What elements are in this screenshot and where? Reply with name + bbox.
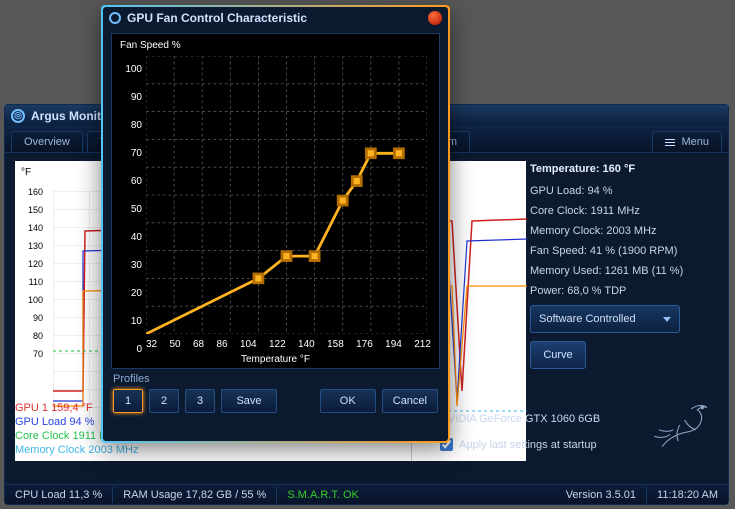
gpu-info-panel: Temperature: 160 °F GPU Load: 94 % Core … bbox=[530, 159, 720, 369]
status-cpu: CPU Load 11,3 % bbox=[5, 489, 112, 501]
tab-overview[interactable]: Overview bbox=[11, 131, 83, 152]
apply-at-startup-label: Apply last settings at startup bbox=[459, 439, 597, 451]
status-ram: RAM Usage 17,82 GB / 55 % bbox=[113, 489, 276, 501]
info-gpu-load: GPU Load: 94 % bbox=[530, 181, 720, 201]
menu-button[interactable]: Menu bbox=[652, 131, 722, 152]
close-icon[interactable] bbox=[428, 11, 442, 25]
profiles-section: Profiles 1 2 3 Save OK Cancel bbox=[103, 369, 448, 421]
fan-curve-svg bbox=[146, 56, 427, 334]
profile-2-button[interactable]: 2 bbox=[149, 389, 179, 413]
app-logo-icon: ◎ bbox=[11, 109, 25, 123]
y-tick-labels: 160 150 140 130 120 110 100 90 80 70 bbox=[21, 183, 43, 363]
fan-mode-select[interactable]: Software Controlled bbox=[530, 305, 680, 333]
hamburger-icon bbox=[665, 139, 675, 146]
status-time: 11:18:20 AM bbox=[647, 489, 728, 501]
fan-mode-value: Software Controlled bbox=[539, 309, 636, 329]
y-unit-label: °F bbox=[21, 167, 31, 178]
chart-y-ticks: 1009080706050403020100 bbox=[118, 56, 142, 364]
dialog-titlebar: GPU Fan Control Characteristic bbox=[103, 7, 448, 29]
status-version: Version 3.5.01 bbox=[556, 489, 646, 501]
apply-at-startup[interactable]: Apply last settings at startup bbox=[440, 438, 597, 451]
chart-y-title: Fan Speed % bbox=[120, 40, 181, 51]
gpu-model-label: NVIDIA GeForce GTX 1060 6GB bbox=[440, 413, 600, 425]
info-fan-speed: Fan Speed: 41 % (1900 RPM) bbox=[530, 241, 720, 261]
info-power: Power: 68,0 % TDP bbox=[530, 281, 720, 301]
info-memory-used: Memory Used: 1261 MB (11 %) bbox=[530, 261, 720, 281]
profiles-label: Profiles bbox=[113, 373, 438, 385]
profile-1-button[interactable]: 1 bbox=[113, 389, 143, 413]
info-temperature: Temperature: 160 °F bbox=[530, 159, 720, 179]
info-core-clock: Core Clock: 1911 MHz bbox=[530, 201, 720, 221]
profile-3-button[interactable]: 3 bbox=[185, 389, 215, 413]
curve-button[interactable]: Curve bbox=[530, 341, 586, 369]
ok-button[interactable]: OK bbox=[320, 389, 376, 413]
cancel-button[interactable]: Cancel bbox=[382, 389, 438, 413]
dialog-logo-icon bbox=[109, 12, 121, 24]
chart-x-title: Temperature °F bbox=[112, 354, 439, 365]
legend-mem: Memory Clock 2003 MHz bbox=[15, 443, 138, 457]
fan-curve-dialog: GPU Fan Control Characteristic Fan Speed… bbox=[101, 5, 450, 443]
info-memory-clock: Memory Clock: 2003 MHz bbox=[530, 221, 720, 241]
save-button[interactable]: Save bbox=[221, 389, 277, 413]
chevron-down-icon bbox=[663, 317, 671, 322]
status-bar: CPU Load 11,3 % RAM Usage 17,82 GB / 55 … bbox=[5, 484, 728, 504]
gecko-logo-icon bbox=[632, 393, 718, 449]
menu-label: Menu bbox=[681, 136, 709, 148]
dialog-title: GPU Fan Control Characteristic bbox=[127, 11, 307, 25]
fan-curve-chart[interactable]: Fan Speed % 1009080706050403020100 32506… bbox=[111, 33, 440, 369]
chart-x-ticks: 32506886104122140158176194212 bbox=[146, 339, 431, 350]
status-smart: S.M.A.R.T. OK bbox=[277, 489, 369, 501]
